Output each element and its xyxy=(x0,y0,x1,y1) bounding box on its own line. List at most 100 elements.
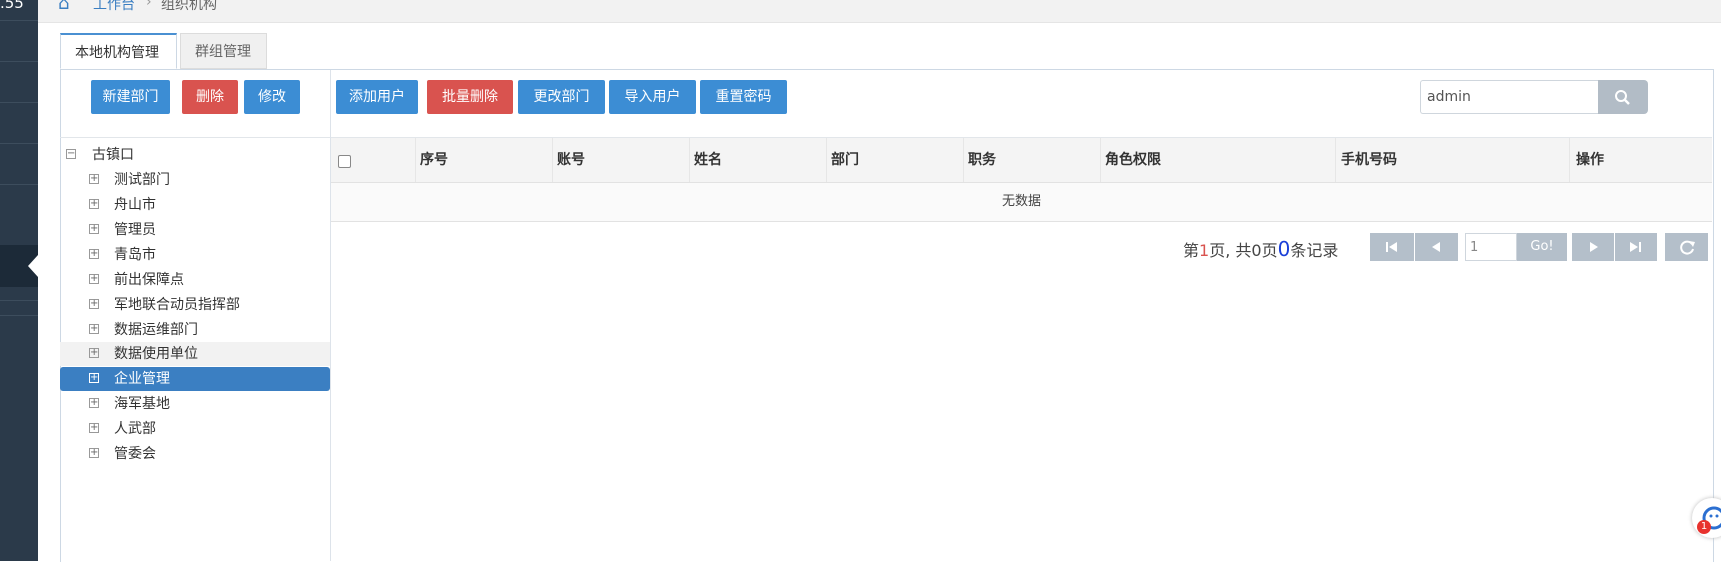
expand-icon[interactable]: + xyxy=(89,274,99,284)
tab-local-org[interactable]: 本地机构管理 xyxy=(60,33,177,69)
expand-icon[interactable]: + xyxy=(89,224,99,234)
tree-node[interactable]: + 前出保障点 xyxy=(60,268,330,292)
sidebar-divider xyxy=(0,20,38,21)
pager-prefix: 第 xyxy=(1183,241,1200,260)
expand-icon[interactable]: + xyxy=(89,299,99,309)
add-user-button[interactable]: 添加用户 xyxy=(336,80,418,114)
tree-node[interactable]: + 舟山市 xyxy=(60,193,330,217)
collapse-icon[interactable]: − xyxy=(66,149,76,159)
notification-badge: 1 xyxy=(1697,520,1711,534)
tree-node[interactable]: + 军地联合动员指挥部 xyxy=(60,293,330,317)
tree-node[interactable]: + 青岛市 xyxy=(60,243,330,267)
pager-total-pages: 0 xyxy=(1251,241,1262,260)
tree-node-hovered[interactable]: + 数据使用单位 xyxy=(60,342,330,366)
expand-icon[interactable]: + xyxy=(89,199,99,209)
breadcrumb-item-workbench[interactable]: 工作台 xyxy=(93,0,135,14)
tree-node-label: 数据使用单位 xyxy=(114,346,198,362)
search-icon xyxy=(1615,90,1630,105)
divider xyxy=(60,137,330,138)
column-separator xyxy=(1569,138,1570,182)
change-dept-button[interactable]: 更改部门 xyxy=(518,80,605,114)
refresh-icon xyxy=(1680,240,1695,255)
tree-node-selected[interactable]: + 企业管理 xyxy=(60,367,330,391)
expand-icon[interactable]: + xyxy=(89,398,99,408)
next-page-icon xyxy=(1590,242,1598,252)
next-page-button[interactable] xyxy=(1572,233,1614,261)
column-separator xyxy=(689,138,690,182)
tree-node[interactable]: + 数据运维部门 xyxy=(60,318,330,342)
pager-summary: 第1页, 共0页0条记录 xyxy=(1183,236,1338,264)
expand-icon[interactable]: + xyxy=(89,423,99,433)
users-table-header: 序号 账号 姓名 部门 职务 角色权限 手机号码 操作 xyxy=(331,138,1712,183)
column-separator xyxy=(552,138,553,182)
sidebar-item[interactable] xyxy=(0,184,38,185)
sidebar-item[interactable] xyxy=(0,315,38,316)
tree-node[interactable]: + 管理员 xyxy=(60,218,330,242)
tree-node-label: 青岛市 xyxy=(114,247,156,263)
sidebar-item[interactable] xyxy=(0,300,38,301)
table-empty-row: 无数据 xyxy=(331,183,1712,222)
prev-page-button[interactable] xyxy=(1415,233,1458,261)
sidebar-time-fragment: .55 xyxy=(0,0,24,12)
column-separator xyxy=(963,138,964,182)
new-dept-button[interactable]: 新建部门 xyxy=(91,80,170,114)
tree-node-label: 管理员 xyxy=(114,222,156,238)
edit-dept-button[interactable]: 修改 xyxy=(244,80,300,114)
reset-password-button[interactable]: 重置密码 xyxy=(700,80,787,114)
tree-node-label: 数据运维部门 xyxy=(114,322,198,338)
select-all-checkbox[interactable] xyxy=(338,155,351,168)
app-sidebar: .55 xyxy=(0,0,38,561)
tree-node[interactable]: + 测试部门 xyxy=(60,168,330,192)
expand-icon[interactable]: + xyxy=(89,174,99,184)
column-header-position: 职务 xyxy=(968,152,996,168)
tab-group-management[interactable]: 群组管理 xyxy=(180,33,267,69)
sidebar-item[interactable] xyxy=(0,143,38,144)
page-number-input[interactable] xyxy=(1466,234,1518,260)
delete-dept-button[interactable]: 删除 xyxy=(182,80,238,114)
column-header-phone: 手机号码 xyxy=(1341,152,1397,168)
breadcrumb-item-current: 组织机构 xyxy=(161,0,217,13)
tree-node[interactable]: + 海军基地 xyxy=(60,392,330,416)
tree-node-label: 人武部 xyxy=(114,421,156,437)
column-header-role: 角色权限 xyxy=(1105,152,1161,168)
search-button[interactable] xyxy=(1598,80,1648,114)
expand-icon[interactable]: + xyxy=(89,373,99,383)
last-page-icon xyxy=(1630,242,1641,252)
sidebar-active-arrow xyxy=(28,255,38,277)
prev-page-icon xyxy=(1432,242,1440,252)
breadcrumb: ⌂ 工作台 › 组织机构 xyxy=(38,0,1721,23)
breadcrumb-separator: › xyxy=(146,0,152,10)
column-separator xyxy=(826,138,827,182)
pager-mid: 页, 共 xyxy=(1209,241,1252,260)
expand-icon[interactable]: + xyxy=(89,249,99,259)
first-page-button[interactable] xyxy=(1370,233,1414,261)
column-header-account: 账号 xyxy=(557,152,585,168)
pager-pages-suffix: 页 xyxy=(1261,241,1278,260)
column-header-dept: 部门 xyxy=(831,152,859,168)
search-field[interactable] xyxy=(1420,80,1603,114)
tree-node-label: 海军基地 xyxy=(114,396,170,412)
batch-delete-button[interactable]: 批量删除 xyxy=(427,80,513,114)
expand-icon[interactable]: + xyxy=(89,448,99,458)
home-icon[interactable]: ⌂ xyxy=(58,0,69,14)
tree-node-label: 企业管理 xyxy=(114,371,170,387)
last-page-button[interactable] xyxy=(1615,233,1657,261)
search-input[interactable] xyxy=(1421,81,1603,113)
tree-node-label: 军地联合动员指挥部 xyxy=(114,297,240,313)
tree-node-label: 测试部门 xyxy=(114,172,170,188)
page-number-field[interactable] xyxy=(1465,233,1518,261)
tree-node-label: 前出保障点 xyxy=(114,272,184,288)
tree-node[interactable]: + 管委会 xyxy=(60,442,330,466)
import-users-button[interactable]: 导入用户 xyxy=(609,80,696,114)
refresh-button[interactable] xyxy=(1665,233,1708,261)
sidebar-item[interactable] xyxy=(0,102,38,103)
column-separator xyxy=(415,138,416,182)
tree-node-label: 古镇口 xyxy=(92,147,134,163)
tree-node-label: 舟山市 xyxy=(114,197,156,213)
expand-icon[interactable]: + xyxy=(89,324,99,334)
go-button[interactable]: Go! xyxy=(1517,233,1567,261)
expand-icon[interactable]: + xyxy=(89,348,99,358)
tree-root[interactable]: − 古镇口 xyxy=(60,143,330,167)
tree-node[interactable]: + 人武部 xyxy=(60,417,330,441)
sidebar-item[interactable] xyxy=(0,61,38,62)
